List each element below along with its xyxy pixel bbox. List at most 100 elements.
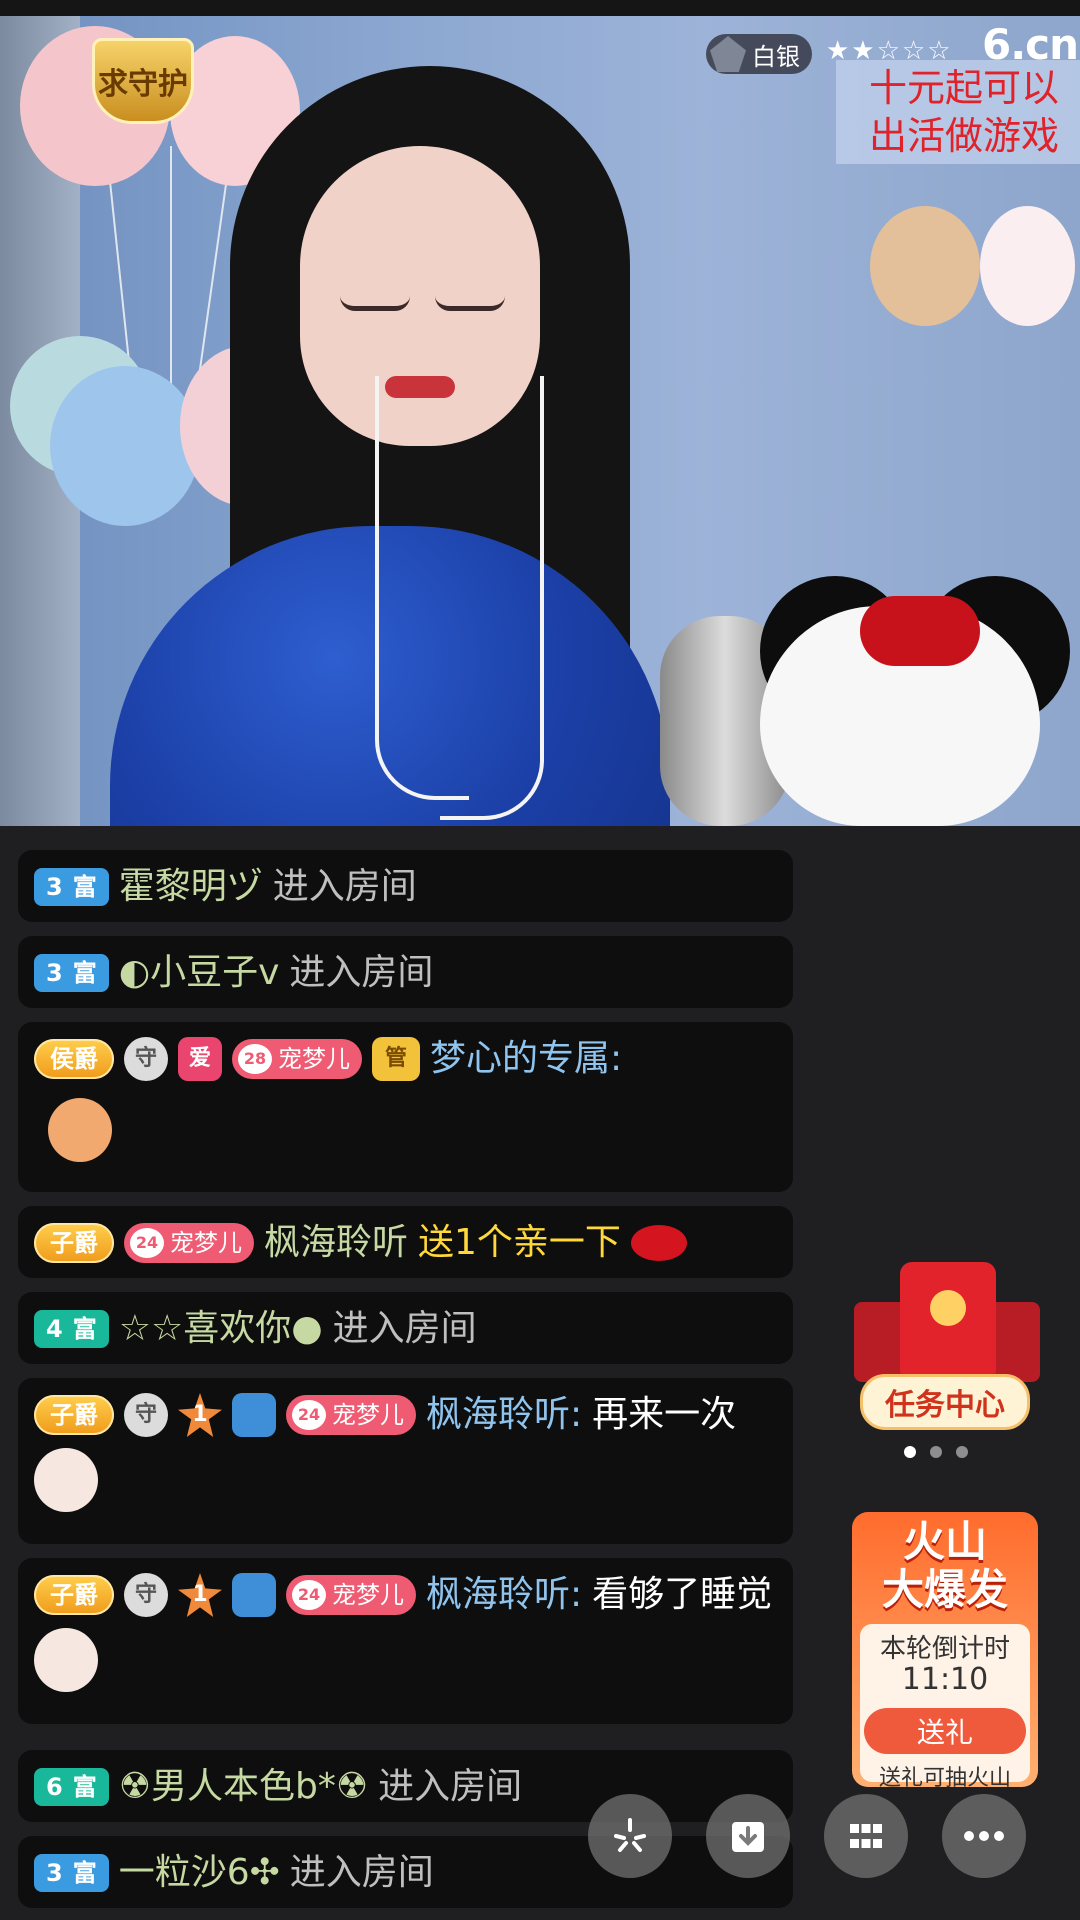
enter-action: 进入房间 — [289, 1852, 434, 1893]
fan-club-badge: 28 宠梦儿 — [232, 1039, 362, 1079]
fan-name: 宠梦儿 — [332, 1581, 404, 1609]
rabbit-sticker — [980, 206, 1075, 326]
chat-enter-message: 6 富 ☢男人本色b*☢ 进入房间 — [18, 1750, 793, 1822]
chat-gift-message: 子爵 24 宠梦儿 枫海聆听 送1个亲一下 — [18, 1206, 793, 1278]
bear-sticker — [870, 206, 980, 326]
fan-club-badge: 24 宠梦儿 — [124, 1223, 254, 1263]
rich-level-badge: 3 富 — [34, 954, 109, 992]
star-rank-icon: 1 — [178, 1393, 222, 1437]
guard-button[interactable]: 求守护 — [92, 38, 194, 124]
eye — [435, 296, 505, 311]
noble-badge: 子爵 — [34, 1575, 114, 1615]
gift-hint: 送礼可抽火山 — [878, 1766, 1011, 1787]
fan-level: 24 — [292, 1580, 326, 1610]
earphone-cable — [440, 376, 544, 820]
chat-username[interactable]: 一粒沙6✣ — [119, 1850, 280, 1896]
send-gift-button[interactable]: 送礼 — [864, 1708, 1026, 1754]
lips-gift-icon — [630, 1225, 687, 1261]
sparkle-icon — [614, 1818, 646, 1852]
rich-level: 4 — [46, 1315, 63, 1343]
rich-level-badge: 3 富 — [34, 868, 109, 906]
rich-label: 富 — [72, 959, 97, 987]
chat-message: 子爵 守 1 24 宠梦儿 枫海聆听: 看够了睡觉 — [18, 1558, 793, 1724]
rich-level: 3 — [46, 959, 63, 987]
emoji-sticker — [48, 1098, 112, 1162]
rich-label: 富 — [72, 1315, 97, 1343]
download-icon — [732, 1822, 764, 1852]
promo-text: 十元起可以 出活做游戏 — [836, 60, 1080, 164]
coin-icon — [930, 1290, 966, 1326]
volcano-title: 火山 大爆发 — [852, 1518, 1038, 1614]
more-icon — [964, 1831, 1004, 1841]
rich-level-badge: 6 富 — [34, 1768, 109, 1806]
promo-line-2: 出活做游戏 — [868, 114, 1059, 158]
rich-level-badge: 4 富 — [34, 1310, 109, 1348]
countdown-label: 本轮倒计时 — [879, 1634, 1010, 1664]
fan-name: 宠梦儿 — [278, 1045, 350, 1073]
chat-username[interactable]: ☆☆喜欢你● — [119, 1306, 323, 1352]
chat-username[interactable]: ◐小豆子v — [119, 950, 280, 996]
enter-action: 进入房间 — [272, 866, 417, 907]
chat-content: 再来一次 — [592, 1394, 737, 1435]
chat-enter-message: 3 富 霍黎明ヅ 进入房间 — [18, 850, 793, 922]
eye — [340, 296, 410, 311]
chat-enter-message: 3 富 一粒沙6✣ 进入房间 — [18, 1836, 793, 1908]
more-button[interactable] — [942, 1794, 1026, 1878]
chat-username[interactable]: ☢男人本色b*☢ — [119, 1764, 368, 1810]
carousel-dot[interactable] — [956, 1446, 968, 1458]
chat-username[interactable]: 霍黎明ヅ — [119, 864, 263, 910]
rich-level: 3 — [46, 873, 63, 901]
gift-text: 送1个亲一下 — [418, 1222, 621, 1263]
chat-username[interactable]: 枫海聆听 — [264, 1220, 408, 1266]
chat-message: 子爵 守 1 24 宠梦儿 枫海聆听: 再来一次 — [18, 1378, 793, 1544]
rich-label: 富 — [72, 873, 97, 901]
enter-action: 进入房间 — [332, 1308, 477, 1349]
carousel-dot-active[interactable] — [904, 1446, 916, 1458]
star-rank-icon: 1 — [178, 1573, 222, 1617]
sparkle-button[interactable] — [588, 1794, 672, 1878]
love-badge: 爱 — [178, 1037, 222, 1081]
volcano-title-line-1: 火山 — [902, 1517, 987, 1566]
anchor-rank-badge[interactable]: 白银 — [706, 34, 812, 74]
chat-username[interactable]: 枫海聆听: — [426, 1572, 582, 1618]
carousel-dot[interactable] — [930, 1446, 942, 1458]
emoji-sticker — [34, 1628, 98, 1692]
fan-level: 24 — [292, 1400, 326, 1430]
rank-icon — [710, 36, 746, 72]
guard-icon-text: 守 — [134, 1046, 157, 1071]
task-center-label: 任务中心 — [860, 1374, 1030, 1430]
noble-badge: 子爵 — [34, 1223, 114, 1263]
enter-action: 进入房间 — [378, 1766, 523, 1807]
rich-label: 富 — [72, 1859, 97, 1887]
chat-enter-message: 4 富 ☆☆喜欢你● 进入房间 — [18, 1292, 793, 1364]
rich-level: 3 — [46, 1859, 63, 1887]
countdown-timer: 11:10 — [901, 1662, 989, 1697]
chat-enter-message: 3 富 ◐小豆子v 进入房间 — [18, 936, 793, 1008]
chat-username[interactable]: 枫海聆听: — [426, 1392, 582, 1438]
rich-level-badge: 3 富 — [34, 1854, 109, 1892]
rank-label: 白银 — [752, 42, 800, 71]
plush-bow — [860, 596, 980, 666]
fan-name: 宠梦儿 — [332, 1401, 404, 1429]
carousel-dots[interactable] — [904, 1446, 968, 1458]
fan-name: 宠梦儿 — [170, 1229, 242, 1257]
status-bar — [0, 0, 1080, 16]
guard-icon-text: 守 — [134, 1402, 157, 1427]
fan-level: 24 — [130, 1228, 164, 1258]
enter-action: 进入房间 — [289, 952, 434, 993]
guard-icon-text: 守 — [134, 1582, 157, 1607]
chat-username[interactable]: 梦心的专属: — [430, 1036, 622, 1082]
guard-level-icon: 守 — [124, 1393, 168, 1437]
guard-level-icon: 守 — [124, 1037, 168, 1081]
volcano-event-banner[interactable]: 火山 大爆发 本轮倒计时 11:10 送礼 送礼可抽火山 — [852, 1512, 1038, 1787]
task-center-button[interactable]: 任务中心 — [852, 1262, 1040, 1432]
grid-menu-button[interactable] — [824, 1794, 908, 1878]
rich-label: 富 — [72, 1773, 97, 1801]
chat-content: 看够了睡觉 — [592, 1574, 773, 1615]
volcano-title-line-2: 大爆发 — [881, 1565, 1008, 1614]
download-button[interactable] — [706, 1794, 790, 1878]
medal-icon — [232, 1393, 276, 1437]
fan-level: 28 — [238, 1044, 272, 1074]
noble-badge: 子爵 — [34, 1395, 114, 1435]
rich-level: 6 — [46, 1773, 63, 1801]
